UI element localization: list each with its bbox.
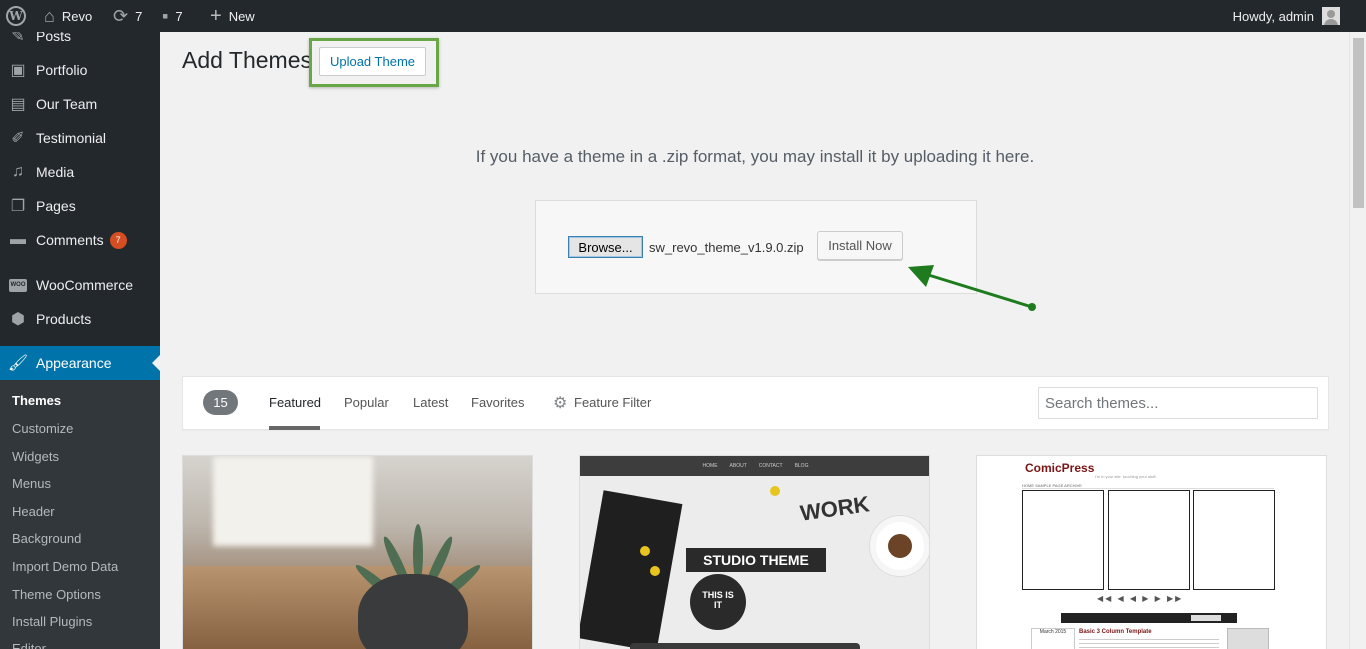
scrollbar-thumb[interactable] — [1353, 38, 1364, 208]
comic-navigation-icons: ◀◀ ◀ ◀ ▶ ▶ ▶▶ — [1097, 594, 1184, 603]
updates-link[interactable]: ⟳ 7 — [113, 0, 142, 32]
sidebar-item-products[interactable]: ⬢ Products — [0, 302, 160, 336]
gear-icon[interactable]: ⚙ — [553, 393, 567, 413]
home-icon: ⌂ — [44, 5, 55, 26]
comments-link[interactable]: ▪ 7 — [162, 0, 183, 32]
comicpress-calendar: March 2015 — [1031, 628, 1075, 649]
sidebar-item-appearance[interactable]: 🖌 Appearance — [0, 346, 160, 380]
admin-bar: W ⌂ Revo ⟳ 7 ▪ 7 + New Howdy, admin — [0, 0, 1366, 32]
submenu-widgets[interactable]: Widgets — [12, 449, 59, 464]
submenu-import-demo-data[interactable]: Import Demo Data — [12, 559, 118, 574]
theme-card-studio[interactable]: HOME ABOUT CONTACT BLOG WORK STUDIO THEM… — [579, 455, 930, 649]
submenu-menus[interactable]: Menus — [12, 476, 51, 491]
submenu-theme-options[interactable]: Theme Options — [12, 587, 101, 602]
plus-icon: + — [210, 4, 222, 27]
submenu-install-plugins[interactable]: Install Plugins — [12, 614, 92, 629]
edit-icon: ✐ — [11, 130, 25, 147]
sidebar-item-woocommerce[interactable]: WOO WooCommerce — [0, 268, 160, 302]
new-content-link[interactable]: + New — [210, 0, 255, 32]
account-menu[interactable]: Howdy, admin — [1233, 0, 1340, 32]
search-themes-input[interactable] — [1038, 387, 1318, 419]
submenu-customize[interactable]: Customize — [12, 421, 73, 436]
comic-panel — [1022, 490, 1104, 590]
updates-icon: ⟳ — [113, 5, 129, 26]
active-tab-indicator — [269, 426, 320, 430]
comment-icon: ▬ — [10, 231, 26, 248]
comicpress-post-title: Basic 3 Column Template — [1079, 629, 1152, 635]
plant-pot — [358, 574, 468, 649]
comicpress-title: ComicPress — [1025, 461, 1095, 475]
upload-theme-button[interactable]: Upload Theme — [319, 47, 426, 76]
sidebar-item-portfolio[interactable]: ▣ Portfolio — [0, 53, 160, 87]
theme-filter-bar: 15 Featured Popular Latest Favorites ⚙ F… — [182, 376, 1329, 430]
portfolio-icon: ▣ — [10, 62, 26, 79]
sidebar-item-pages[interactable]: ❐ Pages — [0, 189, 160, 223]
current-menu-arrow — [152, 355, 160, 371]
tab-popular[interactable]: Popular — [344, 395, 389, 410]
submenu-editor[interactable]: Editor — [12, 641, 46, 649]
browse-button[interactable]: Browse... — [568, 236, 643, 258]
theme-card-plant[interactable] — [182, 455, 533, 649]
tab-latest[interactable]: Latest — [413, 395, 448, 410]
admin-sidebar: ✎ Posts ▣ Portfolio ▤ Our Team ✐ Testimo… — [0, 32, 160, 649]
studio-circle-badge: THIS IS IT — [690, 574, 746, 630]
site-name-link[interactable]: ⌂ Revo — [44, 0, 92, 32]
annotation-arrow — [908, 265, 1036, 311]
yellow-flower — [640, 546, 650, 556]
page-title: Add Themes — [182, 47, 312, 73]
upload-help-text: If you have a theme in a .zip format, yo… — [475, 147, 1035, 166]
woocommerce-icon: WOO — [0, 278, 36, 292]
sidebar-item-comments[interactable]: ▬ Comments 7 — [0, 223, 160, 257]
background-window — [213, 456, 373, 546]
comic-panel — [1108, 490, 1190, 590]
yellow-flower — [770, 486, 780, 496]
sidebar-item-our-team[interactable]: ▤ Our Team — [0, 87, 160, 121]
comicpress-nav: HOME SAMPLE PAGE ARCHIVE — [1022, 483, 1274, 489]
yellow-flower — [650, 566, 660, 576]
sidebar-item-testimonial[interactable]: ✐ Testimonial — [0, 121, 160, 155]
feature-filter-link[interactable]: Feature Filter — [574, 395, 651, 410]
page-scrollbar[interactable] — [1349, 32, 1366, 649]
wordpress-logo-icon[interactable]: W — [6, 0, 26, 32]
arrow-tail-dot — [1028, 303, 1036, 311]
coffee-cup — [870, 516, 929, 576]
tab-favorites[interactable]: Favorites — [471, 395, 524, 410]
submenu-header[interactable]: Header — [12, 504, 55, 519]
appearance-icon: 🖌 — [7, 355, 29, 372]
avatar — [1322, 7, 1340, 25]
comic-panel — [1193, 490, 1275, 590]
comicpress-sidebar-widget — [1227, 628, 1269, 649]
studio-bottom-bar — [630, 643, 860, 649]
submenu-background[interactable]: Background — [12, 531, 81, 546]
appearance-submenu: Themes Customize Widgets Menus Header Ba… — [0, 380, 160, 649]
comment-icon: ▪ — [162, 5, 169, 26]
comicpress-subtitle: I'm in your site. touching your stuff. — [1095, 474, 1157, 479]
comments-count-badge: 7 — [109, 231, 127, 249]
pages-icon: ❐ — [10, 198, 26, 215]
theme-count: 15 — [203, 390, 238, 415]
selected-file-name: sw_revo_theme_v1.9.0.zip — [649, 240, 804, 255]
pushpin-icon: ✎ — [11, 32, 25, 45]
sidebar-item-posts[interactable]: ✎ Posts — [0, 32, 160, 53]
arrow-shaft — [921, 271, 1033, 309]
comicpress-menu-bar — [1061, 613, 1237, 623]
tab-featured[interactable]: Featured — [269, 395, 321, 410]
theme-card-comicpress[interactable]: ComicPress I'm in your site. touching yo… — [976, 455, 1327, 649]
team-icon: ▤ — [10, 96, 26, 113]
submenu-themes[interactable]: Themes — [12, 393, 61, 408]
products-icon: ⬢ — [11, 311, 25, 328]
studio-theme-title: STUDIO THEME — [686, 548, 826, 572]
comicpress-post-text — [1079, 639, 1219, 649]
studio-nav: HOME ABOUT CONTACT BLOG — [580, 456, 929, 476]
install-now-button[interactable]: Install Now — [817, 231, 903, 260]
media-icon: ♫ — [12, 163, 24, 180]
sidebar-item-media[interactable]: ♫ Media — [0, 155, 160, 189]
